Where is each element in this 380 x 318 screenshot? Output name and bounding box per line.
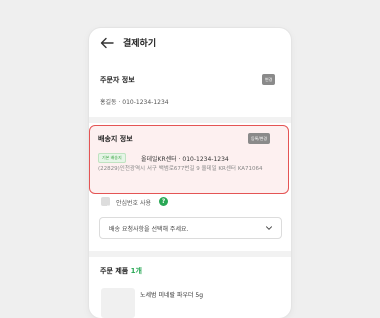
default-address-badge: 기본 배송지: [98, 153, 126, 163]
delivery-request-placeholder: 배송 요청사항을 선택해 주세요.: [109, 226, 189, 233]
header: 결제하기: [89, 28, 291, 60]
products-count: 1개: [130, 267, 142, 275]
shipping-change-button[interactable]: 등록/변경: [248, 133, 271, 144]
section-divider: [89, 117, 291, 123]
safe-number-label: 안심번호 사용: [116, 200, 152, 207]
delivery-request-select[interactable]: 배송 요청사항을 선택해 주세요.: [99, 217, 282, 239]
product-thumbnail[interactable]: [101, 288, 135, 318]
help-icon[interactable]: ?: [159, 197, 168, 206]
products-section-title: 주문 제품 1개: [100, 266, 142, 276]
orderer-change-button[interactable]: 변경: [262, 74, 276, 85]
check-icon: [102, 205, 109, 210]
shipping-address: (22829)인천광역시 서구 백범로677번길 9 올데일 KR센터 KA71…: [98, 166, 263, 172]
safe-number-checkbox[interactable]: [101, 197, 110, 210]
back-arrow-icon[interactable]: [99, 35, 115, 51]
orderer-info: 홍길동 · 010-1234-1234: [100, 99, 169, 106]
product-name[interactable]: 노세범 미네랄 파우더 5g: [140, 290, 203, 299]
page-title: 결제하기: [123, 39, 157, 49]
checkout-screen: 결제하기 주문자 정보 변경 홍길동 · 010-1234-1234 배송지 정…: [89, 28, 291, 318]
products-title-text: 주문 제품: [100, 267, 129, 275]
chevron-down-icon: [266, 226, 272, 230]
section-divider: [89, 251, 291, 257]
shipping-section-title: 배송지 정보: [98, 135, 133, 143]
orderer-section-title: 주문자 정보: [100, 76, 135, 84]
shipping-recipient: 올데일KR센터 · 010-1234-1234: [141, 156, 229, 163]
shipping-info-card: 배송지 정보 등록/변경 기본 배송지 올데일KR센터 · 010-1234-1…: [89, 125, 289, 194]
